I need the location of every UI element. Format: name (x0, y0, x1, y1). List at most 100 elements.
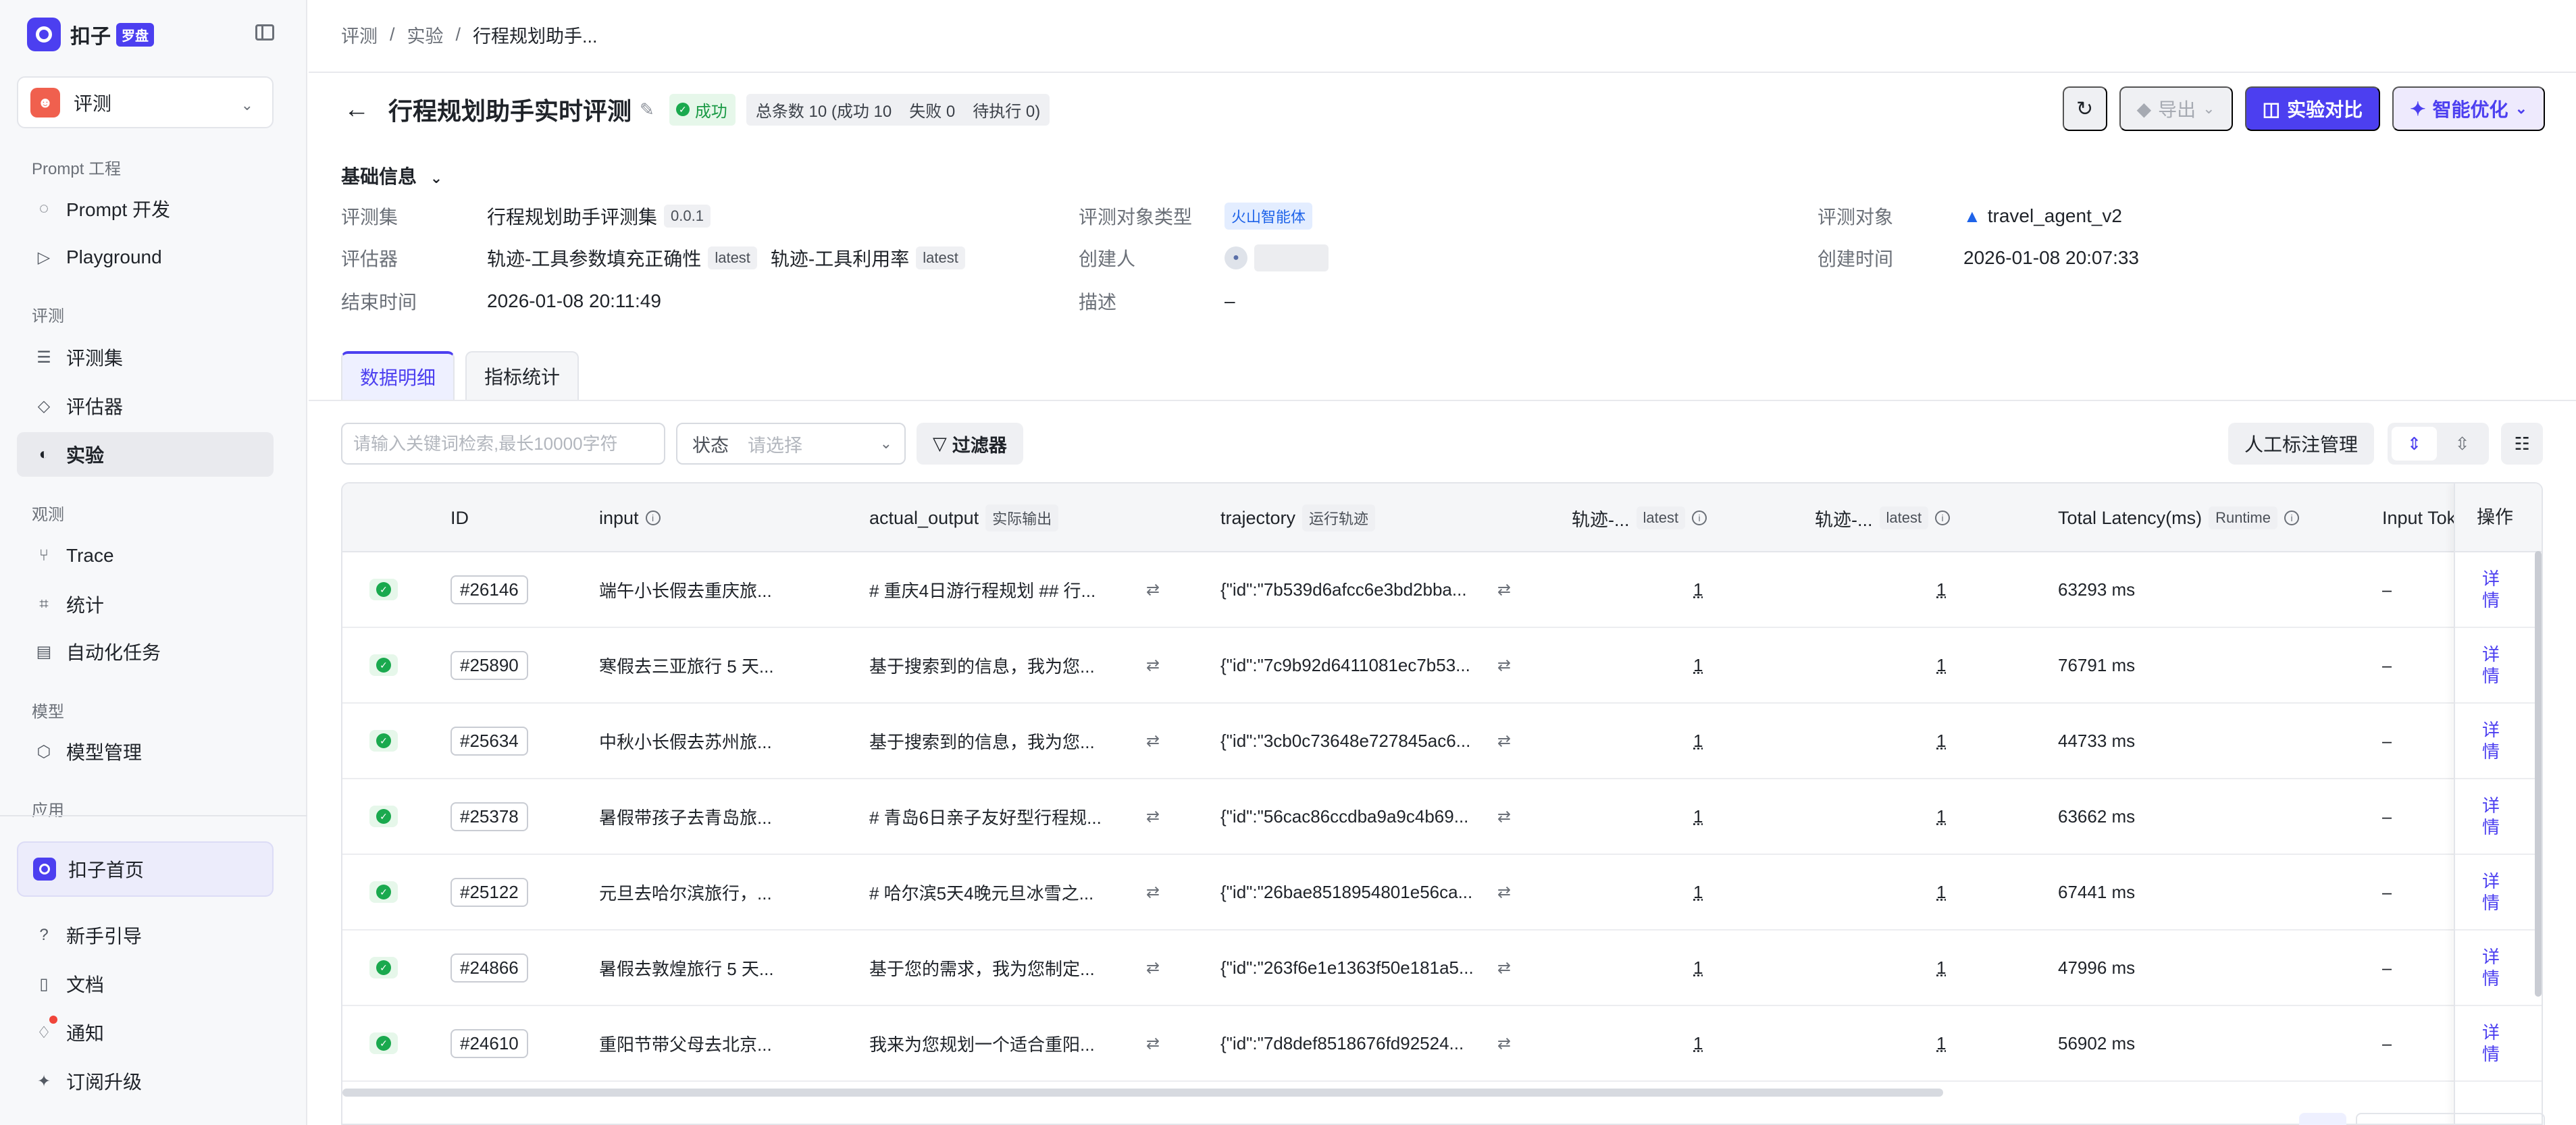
sidebar-item-notifications[interactable]: ♢ 通知 (17, 1010, 274, 1055)
evaluator-name[interactable]: 轨迹-工具利用率 (771, 244, 909, 271)
row-detail-link[interactable]: 详情 (2482, 1022, 2502, 1065)
trace-link-icon[interactable]: ⇄ (1146, 1006, 1160, 1080)
info-value: 行程规划助手评测集 0.0.1 (487, 203, 711, 230)
table-row[interactable]: ✓ #24610 重阳节带父母去北京... 我来为您规划一个适合重阳... {"id":… (342, 1006, 2542, 1082)
sidebar-item-prompt-dev[interactable]: ◌ Prompt 开发 (17, 186, 274, 231)
basic-info-toggle[interactable]: 基础信息 ⌄ (341, 162, 442, 189)
tab-metrics[interactable]: 指标统计 (465, 351, 579, 400)
sidebar-item-tasks[interactable]: ▤ 自动化任务 (17, 629, 274, 674)
sparkle-icon: ✦ (2410, 98, 2426, 120)
row-detail-link[interactable]: 详情 (2482, 568, 2502, 611)
sidebar-item-docs[interactable]: ▯ 文档 (17, 962, 274, 1006)
sidebar-item-home[interactable]: 扣子首页 (17, 841, 274, 897)
trace-link-icon[interactable]: ⇄ (1146, 855, 1160, 929)
sidebar-collapse-icon[interactable] (255, 24, 274, 41)
annotation-button[interactable]: 人工标注管理 (2227, 423, 2374, 465)
breadcrumb-item[interactable]: 实验 (407, 22, 444, 48)
trace-link-icon[interactable]: ⇄ (1497, 931, 1511, 1005)
trace-link-icon[interactable]: ⇄ (1497, 779, 1511, 854)
sidebar-item-trace[interactable]: ⑂ Trace (17, 533, 274, 578)
tabs-divider (309, 400, 2576, 401)
sidebar-item-experiments[interactable]: ◐ 实验 (17, 432, 274, 477)
row-id[interactable]: #25378 (450, 802, 528, 831)
trace-link-icon[interactable]: ⇄ (1497, 1006, 1511, 1080)
sidebar-item-guide[interactable]: ? 新手引导 (17, 913, 274, 958)
trace-link-icon[interactable]: ⇄ (1146, 931, 1160, 1005)
row-latency: 44733 ms (2058, 730, 2136, 751)
table-row[interactable]: ✓ #25890 寒假去三亚旅行 5 天... 基于搜索到的信息，我为您... {"id… (342, 628, 2542, 704)
table-row[interactable]: ✓ #25378 暑假带孩子去青岛旅... # 青岛6日亲子友好型行程规... {"id… (342, 779, 2542, 855)
row-detail-link[interactable]: 详情 (2482, 946, 2502, 989)
dataset-name[interactable]: 行程规划助手评测集 (487, 203, 657, 230)
row-op-cell: 详情 (2455, 628, 2542, 704)
trace-link-icon[interactable]: ⇄ (1146, 704, 1160, 778)
info-icon[interactable]: i (2284, 511, 2299, 525)
row-status: ✓ (369, 552, 398, 627)
sidebar-item-upgrade[interactable]: ✦ 订阅升级 (17, 1059, 274, 1103)
page-size-select[interactable] (2356, 1113, 2545, 1125)
trace-link-icon[interactable]: ⇄ (1497, 704, 1511, 778)
row-detail-link[interactable]: 详情 (2482, 644, 2502, 687)
sidebar-item-models[interactable]: ⬡ 模型管理 (17, 729, 274, 774)
filter-button[interactable]: ▽ 过滤器 (917, 423, 1023, 465)
row-id[interactable]: #25122 (450, 877, 528, 907)
help-icon: ? (39, 926, 49, 944)
row-detail-link[interactable]: 详情 (2482, 795, 2502, 838)
info-icon[interactable]: i (645, 511, 661, 525)
back-arrow-icon[interactable]: ← (344, 95, 369, 124)
trace-link-icon[interactable]: ⇄ (1146, 552, 1160, 627)
table-row[interactable]: ✓ #24866 暑假去敦煌旅行 5 天... 基于您的需求，我为您制定... {"id… (342, 931, 2542, 1006)
info-icon[interactable]: i (1935, 511, 1951, 525)
space-selector[interactable]: ☻ 评测 ⌄ (17, 76, 274, 128)
row-evaluator-1-score-cell: 1 (1693, 704, 1703, 778)
row-id[interactable]: #24610 (450, 1028, 528, 1058)
horizontal-scrollbar[interactable] (342, 1089, 1943, 1097)
trace-link-icon[interactable]: ⇄ (1497, 552, 1511, 627)
trace-link-icon[interactable]: ⇄ (1146, 628, 1160, 702)
refresh-button[interactable]: ↻ (2062, 86, 2107, 131)
sidebar-item-label: 订阅升级 (66, 1072, 143, 1093)
trace-link-icon[interactable]: ⇄ (1497, 855, 1511, 929)
row-evaluator-1-score-cell: 1 (1693, 1006, 1703, 1080)
table-row[interactable]: ✓ #25122 元旦去哈尔滨旅行，... # 哈尔滨5天4晚元旦冰雪之... {"id… (342, 855, 2542, 931)
row-detail-link[interactable]: 详情 (2482, 719, 2502, 762)
breadcrumb-item[interactable]: 评测 (341, 22, 378, 48)
pagination-current[interactable] (2299, 1113, 2346, 1125)
export-button[interactable]: ◆ 导出 ⌄ (2119, 86, 2233, 131)
row-id[interactable]: #25634 (450, 726, 528, 756)
sidebar-item-playground[interactable]: ▷ Playground (17, 235, 274, 280)
row-input-cell: 重阳节带父母去北京... (599, 1006, 842, 1080)
row-id-cell: #25890 (450, 628, 528, 702)
edit-icon[interactable]: ✎ (640, 99, 654, 120)
row-detail-link[interactable]: 详情 (2482, 870, 2502, 914)
status-select[interactable]: 状态 请选择 ⌄ (676, 423, 906, 465)
row-id-cell: #26146 (450, 552, 528, 627)
compare-button[interactable]: ◫ 实验对比 (2244, 86, 2381, 131)
col-header-label: input (599, 507, 639, 528)
info-key: 结束时间 (341, 292, 417, 313)
expand-view-icon[interactable]: ⇳ (2440, 427, 2485, 461)
sidebar-item-evaluators[interactable]: ◇ 评估器 (17, 384, 274, 428)
table-row[interactable]: ✓ #25634 中秋小长假去苏州旅... 基于搜索到的信息，我为您... {"id":… (342, 704, 2542, 779)
optimize-button[interactable]: ✦ 智能优化 ⌄ (2392, 86, 2545, 131)
breadcrumb-current: 行程规划助手... (473, 26, 598, 47)
trace-link-icon[interactable]: ⇄ (1146, 779, 1160, 854)
tab-data-details[interactable]: 数据明细 (341, 351, 455, 400)
trace-link-icon[interactable]: ⇄ (1497, 628, 1511, 702)
target-name[interactable]: travel_agent_v2 (1988, 205, 2122, 227)
row-id[interactable]: #24866 (450, 953, 528, 983)
column-settings-icon[interactable]: ☷ (2501, 423, 2543, 465)
success-icon: ✓ (369, 579, 398, 600)
sidebar-item-datasets[interactable]: ☰ 评测集 (17, 335, 274, 380)
vertical-scrollbar[interactable] (2535, 551, 2542, 997)
table-row[interactable]: ✓ #26146 端午小长假去重庆旅... # 重庆4日游行程规划 ## 行... {"… (342, 552, 2542, 628)
sidebar-item-stats[interactable]: ⌗ 统计 (17, 582, 274, 627)
row-id[interactable]: #26146 (450, 575, 528, 604)
search-input[interactable] (341, 423, 665, 465)
compact-view-icon[interactable]: ⇕ (2392, 427, 2437, 461)
logo[interactable]: 扣子 罗盘 (27, 18, 154, 51)
row-id[interactable]: #25890 (450, 650, 528, 680)
info-icon[interactable]: i (1692, 511, 1707, 525)
row-input-cell: 元旦去哈尔滨旅行，... (599, 855, 842, 929)
evaluator-name[interactable]: 轨迹-工具参数填充正确性 (487, 244, 701, 271)
